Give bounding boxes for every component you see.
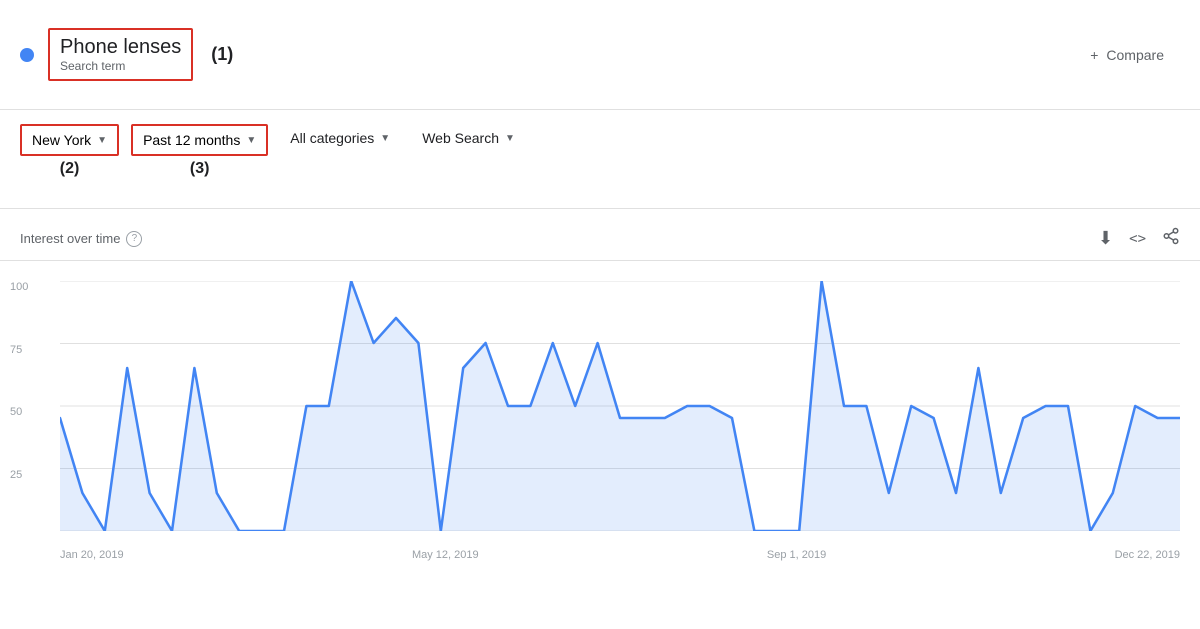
period-filter-group: Past 12 months ▼ (3) bbox=[131, 124, 268, 178]
search-type-label: Web Search bbox=[422, 130, 499, 146]
y-label-25: 25 bbox=[10, 469, 28, 481]
chart-area: 100 75 50 25 Jan 20, 2019 May 12, 2019 S… bbox=[0, 261, 1200, 571]
location-label: New York bbox=[32, 132, 91, 148]
trend-chart-svg bbox=[60, 281, 1180, 531]
download-icon[interactable]: ⬇ bbox=[1098, 228, 1113, 249]
search-term-text: Phone lenses bbox=[60, 36, 181, 59]
chart-title: Interest over time bbox=[20, 231, 120, 246]
series-dot bbox=[20, 48, 34, 62]
category-filter-group: All categories ▼ bbox=[280, 124, 400, 152]
chart-actions: ⬇ <> bbox=[1098, 227, 1180, 250]
compare-label: Compare bbox=[1106, 47, 1164, 63]
location-chevron-icon: ▼ bbox=[97, 135, 107, 146]
search-term-area: Phone lenses Search term (1) bbox=[20, 28, 233, 81]
search-term-sublabel: Search term bbox=[60, 59, 181, 73]
annotation-3: (3) bbox=[190, 160, 210, 178]
y-label-50: 50 bbox=[10, 406, 28, 418]
period-filter-button[interactable]: Past 12 months ▼ bbox=[131, 124, 268, 156]
x-label-jan: Jan 20, 2019 bbox=[60, 549, 124, 561]
embed-icon[interactable]: <> bbox=[1129, 231, 1146, 247]
y-label-100: 100 bbox=[10, 281, 28, 293]
search-type-filter-group: Web Search ▼ bbox=[412, 124, 525, 152]
y-label-75: 75 bbox=[10, 344, 28, 356]
compare-plus-icon: + bbox=[1090, 47, 1098, 63]
x-label-sep: Sep 1, 2019 bbox=[767, 549, 826, 561]
help-icon[interactable]: ? bbox=[126, 231, 142, 247]
y-axis-labels: 100 75 50 25 bbox=[10, 281, 28, 531]
header-section: Phone lenses Search term (1) + Compare bbox=[0, 0, 1200, 110]
filter-bar: New York ▼ (2) Past 12 months ▼ (3) All … bbox=[0, 110, 1200, 209]
share-icon[interactable] bbox=[1162, 227, 1180, 250]
search-type-chevron-icon: ▼ bbox=[505, 133, 515, 144]
x-label-dec: Dec 22, 2019 bbox=[1115, 549, 1180, 561]
x-axis-labels: Jan 20, 2019 May 12, 2019 Sep 1, 2019 De… bbox=[60, 549, 1180, 561]
category-filter-button[interactable]: All categories ▼ bbox=[280, 124, 400, 152]
chart-header: Interest over time ? ⬇ <> bbox=[0, 209, 1200, 261]
category-chevron-icon: ▼ bbox=[380, 133, 390, 144]
period-label: Past 12 months bbox=[143, 132, 240, 148]
location-filter-button[interactable]: New York ▼ bbox=[20, 124, 119, 156]
category-label: All categories bbox=[290, 130, 374, 146]
annotation-1: (1) bbox=[211, 44, 233, 65]
period-chevron-icon: ▼ bbox=[246, 135, 256, 146]
x-label-may: May 12, 2019 bbox=[412, 549, 479, 561]
annotation-2: (2) bbox=[60, 160, 80, 178]
search-term-box[interactable]: Phone lenses Search term bbox=[48, 28, 193, 81]
search-type-filter-button[interactable]: Web Search ▼ bbox=[412, 124, 525, 152]
location-filter-group: New York ▼ (2) bbox=[20, 124, 119, 178]
compare-button[interactable]: + Compare bbox=[1074, 39, 1180, 71]
